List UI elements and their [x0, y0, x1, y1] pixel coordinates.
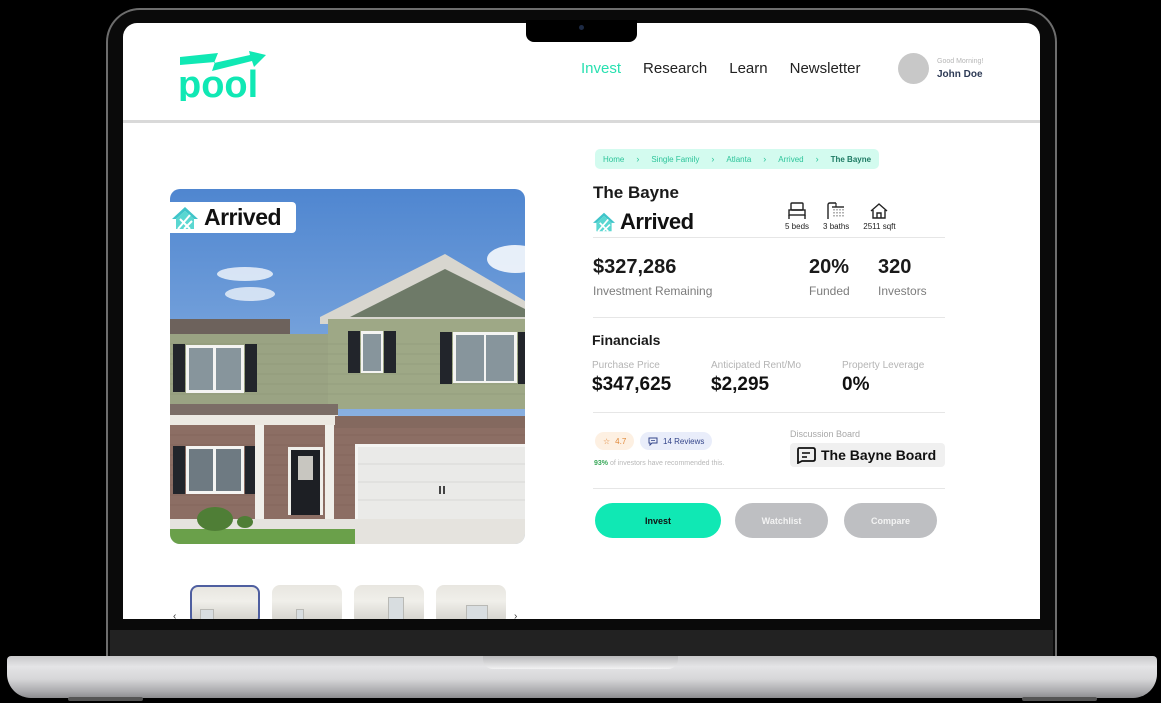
- feature-beds: 5 beds: [785, 202, 809, 231]
- investors-value: 320: [878, 256, 912, 278]
- main-nav: Invest Research Learn Newsletter: [581, 60, 860, 77]
- shower-icon: [827, 202, 845, 219]
- laptop-opening-groove: [483, 656, 678, 669]
- property-title: The Bayne: [593, 183, 679, 202]
- financials-title: Financials: [592, 332, 661, 348]
- arrived-logo-icon: [593, 212, 615, 232]
- funded-value: 20%: [809, 256, 850, 278]
- laptop-bezel: [110, 630, 1053, 656]
- chevron-right-icon: ›: [636, 154, 640, 164]
- investment-remaining-label: Investment Remaining: [593, 284, 713, 298]
- compare-button[interactable]: Compare: [844, 503, 937, 538]
- investors-label: Investors: [878, 284, 927, 298]
- feature-baths-label: 3 baths: [823, 222, 850, 231]
- investment-remaining-value: $327,286: [593, 256, 677, 278]
- purchase-price-label: Purchase Price: [592, 360, 660, 371]
- nav-newsletter[interactable]: Newsletter: [790, 60, 861, 77]
- laptop-foot: [1022, 697, 1097, 701]
- feature-baths: 3 baths: [823, 202, 849, 231]
- property-photo[interactable]: [170, 189, 525, 544]
- feature-sqft-label: 2511 sqft: [863, 222, 896, 231]
- recommendation-text: 93% of investors have recommended this.: [594, 460, 724, 467]
- breadcrumb-home[interactable]: Home: [603, 155, 624, 164]
- breadcrumb-arrived[interactable]: Arrived: [778, 155, 803, 164]
- feature-sqft: 2511 sqft: [863, 202, 896, 231]
- comment-icon: [648, 437, 658, 446]
- recommend-percent: 93%: [594, 460, 609, 467]
- house-image: [170, 189, 525, 544]
- discussion-board-link[interactable]: The Bayne Board: [790, 443, 945, 467]
- property-leverage-label: Property Leverage: [842, 360, 925, 371]
- watchlist-button[interactable]: Watchlist: [735, 503, 828, 538]
- message-icon: [797, 447, 816, 464]
- browser-screen: pool Invest Research Learn Newsletter Go…: [123, 23, 1040, 619]
- logo-text: pool: [178, 64, 258, 101]
- divider: [593, 317, 945, 318]
- user-name: John Doe: [937, 68, 983, 80]
- gallery-thumbnails: [190, 585, 506, 619]
- nav-research[interactable]: Research: [643, 60, 707, 77]
- pool-logo[interactable]: pool: [178, 45, 268, 101]
- rating-value: 4.7: [615, 436, 627, 446]
- divider: [593, 488, 945, 489]
- brand-badge: Arrived: [170, 202, 296, 233]
- breadcrumb-single-family[interactable]: Single Family: [651, 155, 699, 164]
- gallery-prev-arrow[interactable]: ‹: [173, 611, 176, 619]
- purchase-price-value: $347,625: [592, 374, 672, 395]
- chevron-right-icon: ›: [711, 154, 715, 164]
- gallery-thumbnail[interactable]: [272, 585, 342, 619]
- divider: [593, 412, 945, 413]
- breadcrumb-current: The Bayne: [830, 154, 872, 164]
- chevron-right-icon: ›: [763, 154, 767, 164]
- brand-badge-text: Arrived: [204, 204, 282, 230]
- funded-label: Funded: [809, 284, 850, 298]
- discussion-board-name: The Bayne Board: [821, 447, 937, 463]
- camera-icon: [579, 25, 584, 30]
- arrived-logo-icon: [172, 206, 198, 230]
- invest-button[interactable]: Invest: [595, 503, 721, 538]
- property-features: 5 beds 3 baths 2511 sqft: [785, 202, 896, 231]
- chevron-right-icon: ›: [815, 154, 819, 164]
- bed-icon: [788, 202, 806, 219]
- gallery-thumbnail[interactable]: [436, 585, 506, 619]
- feature-beds-label: 5 beds: [785, 222, 810, 231]
- user-greeting: Good Morning!: [937, 57, 984, 65]
- property-brand: Arrived: [591, 209, 694, 235]
- reviews-badge[interactable]: 14 Reviews: [640, 432, 713, 450]
- property-leverage-value: 0%: [842, 374, 870, 395]
- user-menu[interactable]: Good Morning! John Doe: [898, 53, 983, 84]
- reviews-count: 14 Reviews: [663, 436, 705, 446]
- gallery-thumbnail[interactable]: [354, 585, 424, 619]
- camera-notch: [526, 20, 637, 42]
- star-icon: ☆: [603, 436, 611, 446]
- anticipated-rent-value: $2,295: [711, 374, 770, 395]
- discussion-board-label: Discussion Board: [790, 429, 861, 439]
- divider: [593, 237, 945, 238]
- gallery-next-arrow[interactable]: ›: [514, 611, 517, 619]
- property-brand-text: Arrived: [620, 209, 694, 234]
- breadcrumb-atlanta[interactable]: Atlanta: [726, 155, 751, 164]
- rating-badge[interactable]: ☆ 4.7: [595, 432, 635, 450]
- gallery-thumbnail[interactable]: [190, 585, 260, 619]
- recommend-caption: of investors have recommended this.: [608, 460, 725, 467]
- nav-invest[interactable]: Invest: [581, 60, 621, 77]
- avatar[interactable]: [898, 53, 929, 84]
- laptop-foot: [68, 697, 143, 701]
- anticipated-rent-label: Anticipated Rent/Mo: [711, 360, 802, 371]
- laptop-mockup: pool Invest Research Learn Newsletter Go…: [0, 0, 1161, 703]
- house-icon: [870, 203, 888, 219]
- nav-learn[interactable]: Learn: [729, 60, 767, 77]
- breadcrumb: Home › Single Family › Atlanta › Arrived…: [595, 149, 880, 169]
